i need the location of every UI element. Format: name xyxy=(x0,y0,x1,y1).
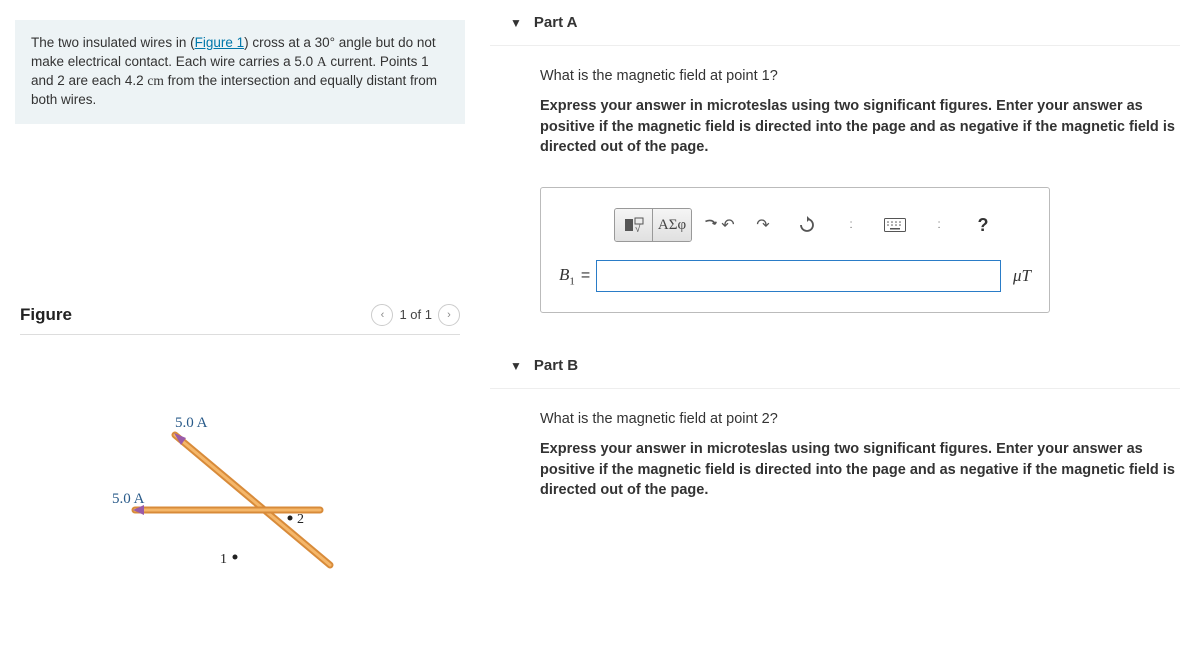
undo-button[interactable]: ↶ xyxy=(702,209,736,241)
svg-text:√: √ xyxy=(635,223,641,233)
answer-variable: B1 xyxy=(559,265,575,287)
figure-diagram: 5.0 A 5.0 A 2 1 xyxy=(20,405,460,605)
answer-input-a[interactable] xyxy=(596,260,1001,292)
reset-button[interactable] xyxy=(790,209,824,241)
greek-symbols-button[interactable]: ΑΣφ xyxy=(653,209,691,241)
answer-unit: μT xyxy=(1007,266,1031,286)
svg-text:2: 2 xyxy=(297,512,304,527)
part-a-toggle-icon[interactable]: ▼ xyxy=(510,16,522,30)
unit-cm: cm xyxy=(147,73,164,88)
part-b-question: What is the magnetic field at point 2? xyxy=(540,409,1180,429)
part-a-question: What is the magnetic field at point 1? xyxy=(540,66,1180,86)
help-button[interactable]: ? xyxy=(966,209,1000,241)
figure-prev-button[interactable]: ‹ xyxy=(371,304,393,326)
keyboard-hint-icon: ⁚ xyxy=(922,209,956,241)
part-b-toggle-icon[interactable]: ▼ xyxy=(510,359,522,373)
problem-text: The two insulated wires in ( xyxy=(31,35,195,50)
figure-next-button[interactable]: › xyxy=(438,304,460,326)
keyboard-button[interactable] xyxy=(878,209,912,241)
part-b-title: Part B xyxy=(534,357,578,374)
svg-text:5.0 A: 5.0 A xyxy=(112,491,145,507)
part-b-instruction: Express your answer in microteslas using… xyxy=(540,439,1180,500)
redo-button[interactable]: ↷ xyxy=(746,209,780,241)
svg-text:1: 1 xyxy=(220,552,227,567)
figure-link[interactable]: Figure 1 xyxy=(195,35,245,50)
template-picker-button[interactable]: √ xyxy=(615,209,653,241)
answer-box-a: √ ΑΣφ ↶ ↷ ⁚ ⁚ xyxy=(540,187,1050,313)
unit-ampere: A xyxy=(317,54,327,69)
equals-sign: = xyxy=(581,267,590,285)
figure-nav-label: 1 of 1 xyxy=(399,307,432,322)
part-a-instruction: Express your answer in microteslas using… xyxy=(540,96,1180,157)
svg-text:5.0 A: 5.0 A xyxy=(175,415,208,431)
part-a-title: Part A xyxy=(534,14,578,31)
problem-statement: The two insulated wires in (Figure 1) cr… xyxy=(15,20,465,124)
figure-title: Figure xyxy=(20,305,72,325)
reset-hint-icon: ⁚ xyxy=(834,209,868,241)
